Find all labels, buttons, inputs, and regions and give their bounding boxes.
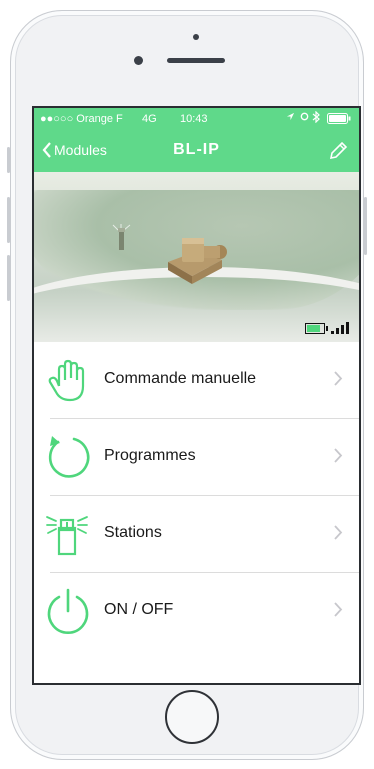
menu-item-programmes[interactable]: Programmes [34, 419, 359, 496]
home-button[interactable] [165, 690, 219, 744]
menu-item-commande-manuelle[interactable]: Commande manuelle [34, 342, 359, 419]
chevron-right-icon [334, 371, 343, 386]
power-side-button [364, 197, 367, 255]
module-battery-icon [305, 323, 328, 334]
mute-switch [7, 147, 10, 173]
earpiece-speaker [167, 58, 225, 63]
volume-down-button [7, 255, 10, 301]
chevron-right-icon [334, 602, 343, 617]
signal-bar [336, 328, 339, 334]
chevron-right-icon [334, 525, 343, 540]
signal-bar [341, 325, 344, 334]
carrier-label: ●●○○○ Orange F [40, 113, 123, 125]
status-bar: ●●○○○ Orange F 4G 10:43 [34, 108, 359, 130]
sprinkler-image [112, 224, 131, 250]
volume-up-button [7, 197, 10, 243]
menu-item-stations[interactable]: Stations [34, 496, 359, 573]
module-battery-tip [326, 326, 328, 331]
main-menu: Commande manuelle Programmes Stations ON… [34, 342, 359, 650]
power-icon [47, 588, 89, 635]
pencil-icon [329, 141, 348, 160]
menu-item-label: Stations [104, 524, 162, 541]
app-screen: ●●○○○ Orange F 4G 10:43 Modules BL-IP Co… [32, 106, 361, 685]
menu-item-label: Commande manuelle [104, 370, 257, 387]
phone-battery-icon [327, 113, 351, 127]
signal-strength-icon [331, 322, 349, 334]
front-camera [134, 56, 143, 65]
signal-bar [346, 322, 349, 334]
module-battery-level [307, 325, 320, 332]
network-label: 4G [142, 113, 157, 125]
menu-item-label: ON / OFF [104, 601, 174, 618]
page-title: BL-IP [173, 141, 220, 158]
alarm-icon [300, 112, 309, 124]
bl-ip-module-image [168, 238, 227, 284]
bluetooth-icon [312, 110, 320, 126]
edit-button[interactable] [327, 140, 349, 167]
chevron-right-icon [334, 448, 343, 463]
navigation-bar: Modules BL-IP [34, 130, 359, 172]
cycle-icon [48, 436, 90, 478]
menu-item-on-off[interactable]: ON / OFF [34, 573, 359, 650]
sprinkler-station-icon [46, 516, 88, 556]
module-status [305, 322, 349, 334]
module-photo [34, 172, 359, 342]
hand-icon [48, 359, 85, 402]
signal-bar [331, 331, 334, 334]
location-icon [286, 112, 295, 124]
menu-item-label: Programmes [104, 447, 196, 464]
proximity-sensor [193, 34, 199, 40]
clock: 10:43 [180, 113, 208, 125]
